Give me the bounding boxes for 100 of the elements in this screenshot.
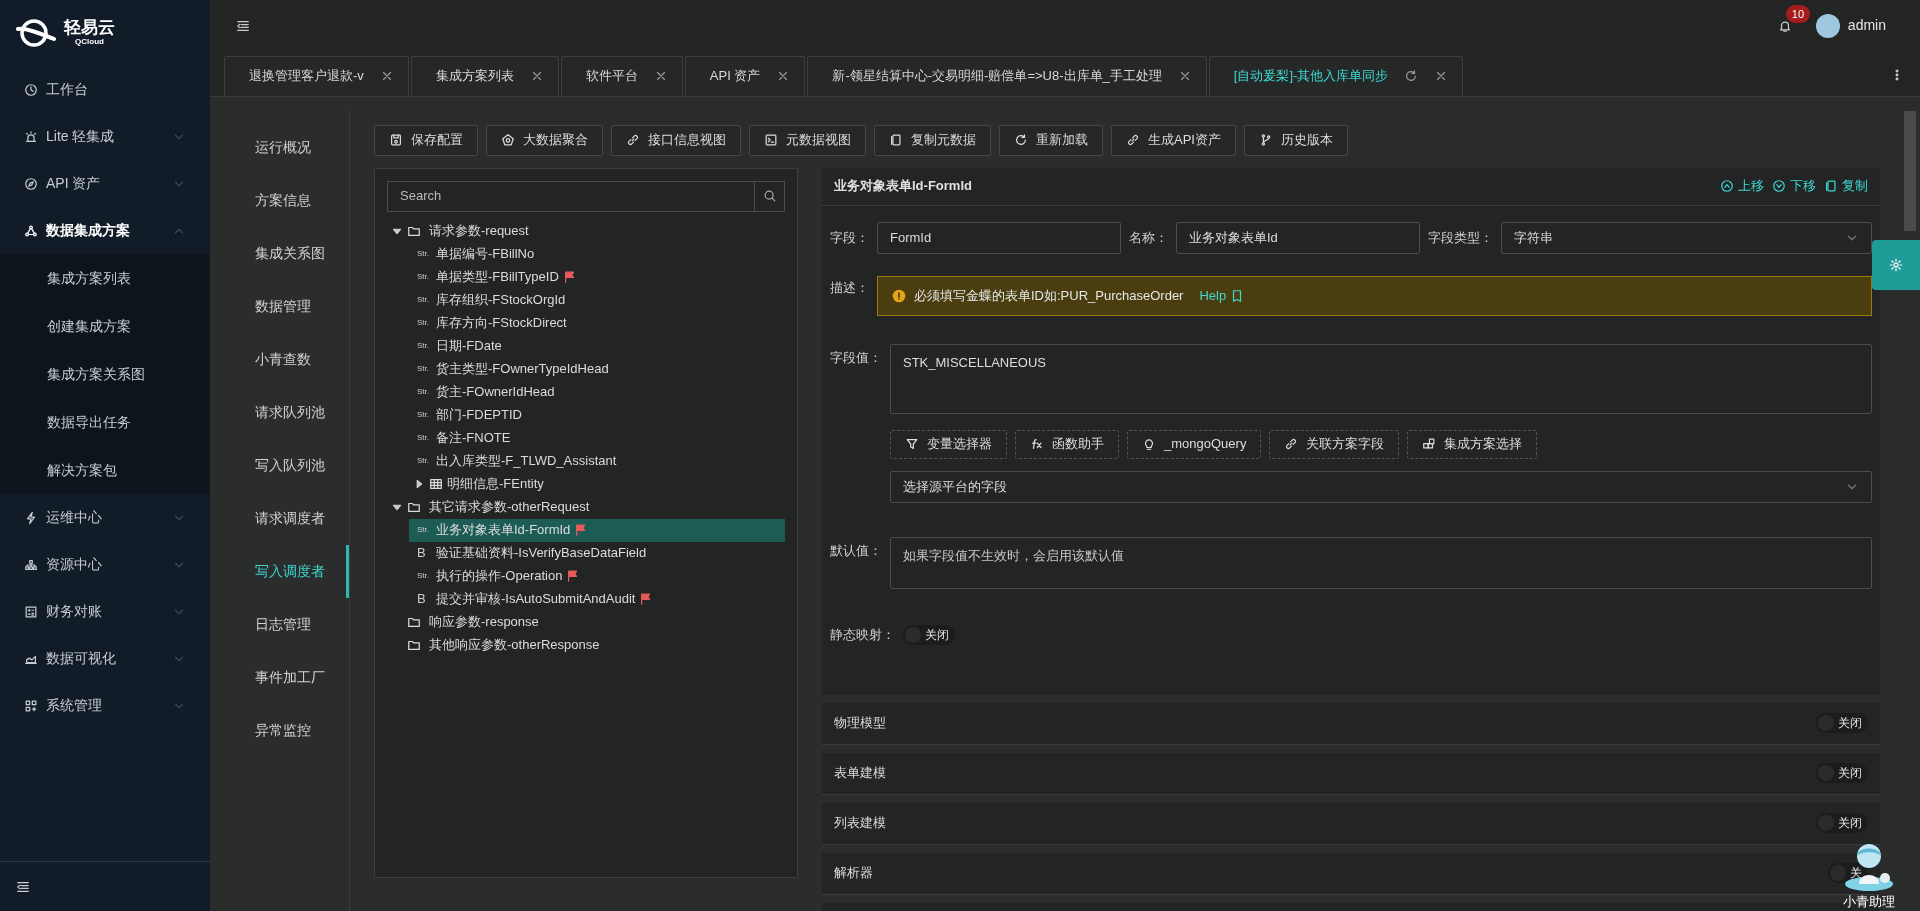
tree-item[interactable]: B 验证基础资料-IsVerifyBaseDataField: [409, 541, 785, 565]
sidebar-item[interactable]: 数据可视化: [0, 635, 210, 682]
search-field[interactable]: Search: [387, 180, 754, 212]
notifications-button[interactable]: [1777, 18, 1792, 33]
sidebar-subitem[interactable]: 集成方案关系图: [0, 350, 210, 398]
reload-tab-button[interactable]: [1404, 69, 1419, 84]
tree-folder[interactable]: 其它请求参数-otherRequest: [387, 495, 596, 519]
section-nav-item[interactable]: 运行概况: [210, 120, 349, 174]
helper-button[interactable]: 函数助手: [1015, 429, 1119, 459]
helper-button[interactable]: _mongoQuery: [1127, 429, 1262, 459]
tab[interactable]: 集成方案列表: [410, 55, 559, 96]
tab-label: 退换管理客户退款-v: [249, 67, 364, 86]
helper-button[interactable]: 变量选择器: [890, 429, 1007, 459]
toolbar-button[interactable]: 接口信息视图: [611, 124, 741, 156]
action-link[interactable]: 上移: [1720, 176, 1764, 196]
sidebar-item[interactable]: Lite 轻集成: [0, 113, 210, 160]
tree-item[interactable]: Str. 部门-FDEPTID: [409, 403, 785, 427]
section-nav-item[interactable]: 写入队列池: [210, 438, 349, 492]
tab[interactable]: API 资产: [684, 55, 806, 96]
source-field-select[interactable]: 选择源平台的字段: [890, 470, 1872, 503]
section-nav-item[interactable]: 日志管理: [210, 597, 349, 651]
toolbar-button[interactable]: 保存配置: [374, 124, 478, 156]
section-header[interactable]: 物理模型 关闭: [822, 702, 1880, 745]
section-header[interactable]: 表单建模 关闭: [822, 752, 1880, 795]
sidebar-item[interactable]: API 资产: [0, 160, 210, 207]
toolbar-button[interactable]: 元数据视图: [749, 124, 866, 156]
toggle-switch[interactable]: 关闭: [1816, 813, 1868, 834]
sidebar-item[interactable]: 系统管理: [0, 682, 210, 729]
tree-item[interactable]: Str. 单据编号-FBillNo: [409, 242, 785, 266]
action-link[interactable]: 下移: [1772, 176, 1816, 196]
toolbar-button[interactable]: 重新加载: [999, 124, 1103, 156]
toggle-switch[interactable]: 关闭: [903, 624, 955, 645]
help-link[interactable]: Help: [1199, 285, 1245, 306]
section-header[interactable]: 解析器 关: [822, 852, 1880, 895]
tree-item[interactable]: Str. 备注-FNOTE: [409, 426, 785, 450]
tree-item[interactable]: B 提交并审核-IsAutoSubmitAndAudit: [409, 587, 785, 611]
action-link[interactable]: 复制: [1824, 176, 1868, 196]
section-nav-item[interactable]: 方案信息: [210, 173, 349, 227]
sidebar-subitem[interactable]: 创建集成方案: [0, 302, 210, 350]
search-button[interactable]: [754, 180, 785, 212]
toolbar-button[interactable]: 大数据聚合: [486, 124, 603, 156]
helper-button[interactable]: 关联方案字段: [1269, 429, 1400, 459]
clock-icon: [24, 82, 38, 97]
section-nav-item[interactable]: 请求调度者: [210, 491, 349, 545]
section-header[interactable]: 列表建模 关闭: [822, 802, 1880, 845]
sidebar-subitem[interactable]: 集成方案列表: [0, 254, 210, 302]
tree-folder[interactable]: 响应参数-response: [387, 610, 545, 634]
collapse-menu-button[interactable]: [16, 879, 30, 894]
sidebar-item[interactable]: 数据集成方案: [0, 207, 210, 254]
toolbar-button[interactable]: 历史版本: [1243, 124, 1348, 156]
tree-item[interactable]: Str. 库存方向-FStockDirect: [409, 311, 785, 335]
toolbar-button[interactable]: 复制元数据: [874, 124, 991, 156]
sidebar-item[interactable]: 财务对账: [0, 588, 210, 635]
section-nav-item[interactable]: 事件加工厂: [210, 650, 349, 704]
user-menu[interactable]: admin: [1847, 15, 1886, 37]
sidebar-subitem[interactable]: 解决方案包: [0, 446, 210, 494]
tree-item[interactable]: 明细信息-FEntity: [409, 472, 785, 496]
tree-item[interactable]: Str. 日期-FDate: [409, 334, 785, 358]
sidebar-item[interactable]: 运维中心: [0, 494, 210, 541]
section-title: 物理模型: [834, 714, 886, 733]
folder-icon: [407, 615, 421, 630]
field-input[interactable]: FormId: [877, 221, 1121, 254]
tree-item[interactable]: Str. 出入库类型-F_TLWD_Assistant: [409, 449, 785, 473]
tree-item[interactable]: Str. 执行的操作-Operation: [409, 564, 785, 588]
sidebar-item[interactable]: 工作台: [0, 66, 210, 113]
notification-count: 10: [1785, 4, 1811, 24]
section-nav-item[interactable]: 数据管理: [210, 279, 349, 333]
menu-toggle-button[interactable]: [236, 18, 250, 33]
tree-item[interactable]: Str. 单据类型-FBillTypeID: [409, 265, 785, 289]
tree-item[interactable]: Str. 货主类型-FOwnerTypeIdHead: [409, 357, 785, 381]
tree-item[interactable]: Str. 业务对象表单Id-FormId: [409, 518, 785, 542]
section-nav-item[interactable]: 集成关系图: [210, 226, 349, 280]
type-label: Str.: [417, 248, 430, 261]
sidebar-subitem[interactable]: 数据导出任务: [0, 398, 210, 446]
tab[interactable]: 退换管理客户退款-v: [224, 55, 409, 96]
tab[interactable]: [自动爰梨]-其他入库单同步: [1208, 55, 1464, 96]
name-input[interactable]: 业务对象表单Id: [1176, 221, 1420, 254]
tab[interactable]: 新-领星结算中心-交易明细-赔偿单=>U8-出库单_手工处理: [807, 55, 1207, 96]
toggle-switch[interactable]: 关闭: [1816, 763, 1868, 784]
tab[interactable]: 软件平台: [560, 55, 683, 96]
sidebar-item[interactable]: 资源中心: [0, 541, 210, 588]
section-nav-item[interactable]: 写入调度者: [210, 544, 349, 598]
scrollbar-thumb[interactable]: [1904, 110, 1916, 231]
helper-button[interactable]: 集成方案选择: [1407, 429, 1538, 459]
toolbar-button[interactable]: 生成API资产: [1111, 124, 1236, 156]
tree-label: 库存方向-FStockDirect: [436, 314, 567, 333]
copy-icon: [889, 133, 903, 148]
default-value-textarea[interactable]: 如果字段值不生效时，会启用该默认值: [890, 536, 1872, 589]
type-label: B: [417, 544, 427, 563]
section-nav-item[interactable]: 异常监控: [210, 703, 349, 757]
tree-item[interactable]: Str. 货主-FOwnerIdHead: [409, 380, 785, 404]
tree-folder[interactable]: 请求参数-request: [387, 219, 535, 243]
tree-folder[interactable]: 其他响应参数-otherResponse: [387, 633, 606, 657]
tree-item[interactable]: Str. 库存组织-FStockOrgId: [409, 288, 785, 312]
link-icon: [1284, 437, 1299, 452]
value-textarea[interactable]: STK_MISCELLANEOUS: [890, 343, 1872, 414]
section-nav-item[interactable]: 请求队列池: [210, 385, 349, 439]
section-nav-item[interactable]: 小青查数: [210, 332, 349, 386]
type-select[interactable]: 字符串: [1501, 221, 1872, 254]
toggle-switch[interactable]: 关闭: [1816, 713, 1868, 734]
